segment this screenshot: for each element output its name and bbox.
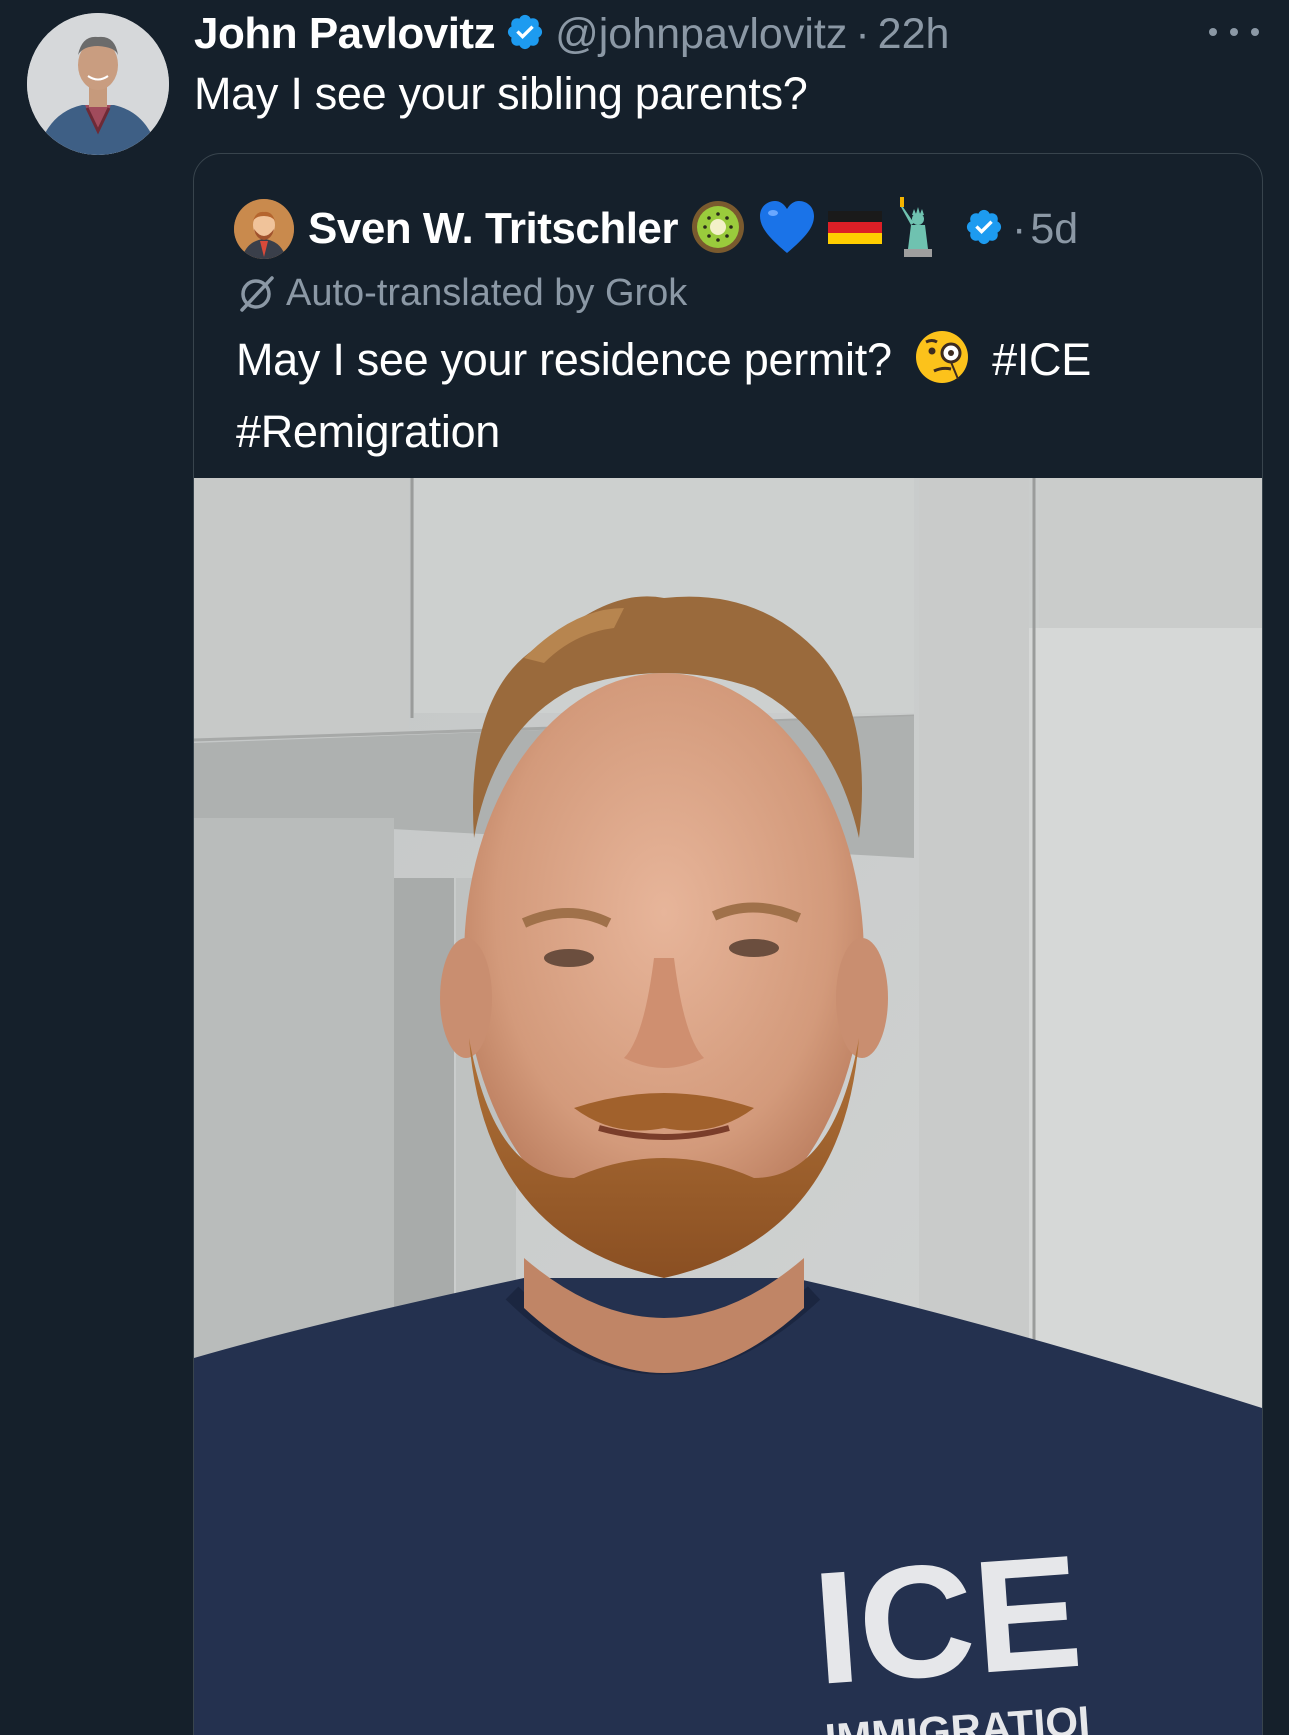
quoted-tweet-timestamp[interactable]: 5d	[1030, 205, 1078, 254]
quoted-tweet-text: May I see your residence permit? #ICE #R…	[236, 329, 1236, 463]
quoted-author-name[interactable]: Sven W. Tritschler	[308, 204, 679, 254]
grok-icon	[240, 275, 274, 312]
tweet-header: John Pavlovitz @johnpavlovitz · 22h	[194, 4, 949, 64]
separator-dot: ·	[1012, 204, 1027, 253]
quoted-tweet-photo[interactable]: ICE IMMIGRATIOI	[194, 478, 1262, 1735]
germany-flag-icon	[828, 207, 883, 252]
selfie-photo: ICE IMMIGRATIOI	[194, 478, 1262, 1735]
tweet-timestamp[interactable]: 22h	[878, 10, 950, 59]
quoted-tweet-header: Sven W. Tritschler · 5d	[234, 194, 1078, 264]
auto-translated-note: Auto-translated by Grok	[236, 272, 687, 315]
author-handle[interactable]: @johnpavlovitz	[555, 10, 847, 59]
avatar-image	[27, 13, 169, 155]
separator-dot: ·	[855, 9, 870, 58]
verified-badge-icon	[964, 207, 1004, 252]
hashtag-remigration[interactable]: #Remigration	[236, 406, 500, 457]
quoted-text-body: May I see your residence permit?	[236, 334, 892, 385]
tweet-text: May I see your sibling parents?	[194, 68, 808, 119]
translation-label: Auto-translated by Grok	[286, 272, 688, 314]
author-name[interactable]: John Pavlovitz	[194, 9, 496, 59]
hashtag-ice[interactable]: #ICE	[992, 334, 1091, 385]
quoted-author-avatar	[234, 199, 294, 259]
blue-heart-icon	[758, 199, 816, 260]
quoted-tweet-card[interactable]: Sven W. Tritschler · 5d Auto-translated …	[193, 153, 1263, 1735]
statue-of-liberty-icon	[894, 195, 944, 264]
shirt-text-ice: ICE	[808, 1521, 1087, 1718]
more-options-icon[interactable]	[1209, 12, 1259, 52]
face-with-monocle-icon	[914, 329, 970, 401]
kiwi-fruit-icon	[690, 199, 746, 260]
author-avatar[interactable]	[27, 13, 169, 155]
verified-badge-icon	[505, 12, 545, 57]
